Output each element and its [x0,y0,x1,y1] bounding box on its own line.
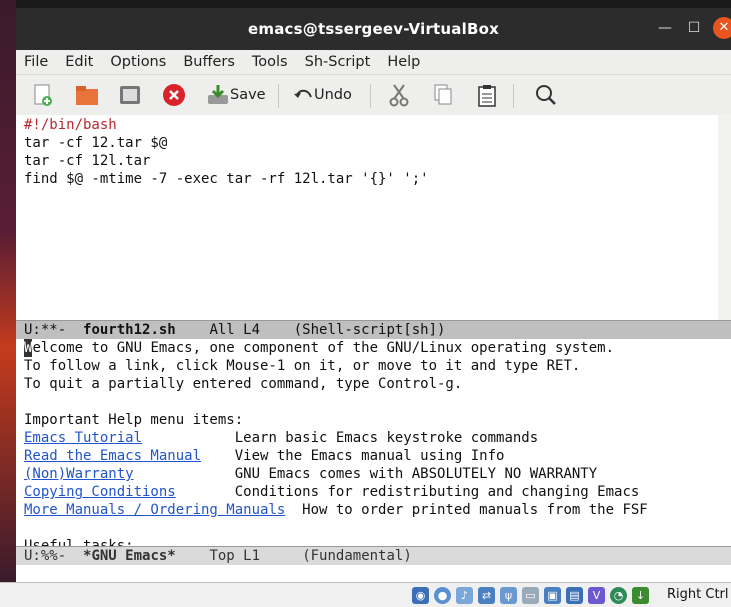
usb-icon[interactable]: ψ [500,586,517,604]
code-line: tar -cf 12.tar $@ [24,135,168,151]
editor-scrollbar[interactable] [718,115,731,328]
virtualbox-status-bar: ◉ ● ♪ ⇄ ψ ▭ ▣ ▤ V ◔ ↓ Right Ctrl [0,582,731,607]
link-read-manual[interactable]: Read the Emacs Manual [24,448,201,464]
minibuffer[interactable] [16,565,731,582]
audio-icon[interactable]: ♪ [456,586,473,604]
link-warranty[interactable]: (Non)Warranty [24,466,134,482]
display-icon[interactable]: ▣ [544,586,561,604]
network-icon[interactable]: ⇄ [478,586,495,604]
undo-button[interactable]: Undo [292,83,352,107]
host-key-label: Right Ctrl [667,587,729,602]
modeline-position: All L4 [209,322,261,338]
window-title: emacs@tssergeev-VirtualBox [248,20,499,38]
maximize-icon[interactable]: ☐ [685,19,703,37]
help-intro-line: To quit a partially entered command, typ… [24,376,463,392]
help-desc: Learn basic Emacs keystroke commands [234,430,539,446]
undo-label: Undo [314,87,352,103]
menu-bar: File Edit Options Buffers Tools Sh-Scrip… [16,50,731,75]
dired-icon[interactable] [118,83,142,107]
help-mode-line[interactable]: U:%%- *GNU Emacs* Top L1 (Fundamental) [16,546,731,565]
modeline-mode: (Fundamental) [302,548,412,564]
menu-tools[interactable]: Tools [252,54,288,70]
cut-icon[interactable] [388,83,410,107]
help-desc: How to order printed manuals from the FS… [302,502,648,518]
script-editor[interactable]: #!/bin/bash tar -cf 12.tar $@ tar -cf 12… [16,115,718,328]
code-line: tar -cf 12l.tar [24,153,151,169]
title-bar: emacs@tssergeev-VirtualBox — ☐ ✕ [16,8,731,50]
help-heading: Important Help menu items: [24,412,244,428]
shared-folder-icon[interactable]: ▭ [522,586,539,604]
undo-icon [294,89,312,98]
search-icon[interactable] [534,83,558,107]
help-useful-tasks: Useful tasks: [24,538,134,546]
menu-help[interactable]: Help [387,54,420,70]
hard-disk-icon[interactable]: ◉ [412,586,429,604]
help-desc: View the Emacs manual using Info [234,448,505,464]
modeline-buffer: fourth12.sh [83,322,176,338]
desktop-dock [0,0,16,582]
menu-file[interactable]: File [24,54,48,70]
paste-icon[interactable] [476,83,498,107]
desktop-top-bar [0,0,731,8]
close-icon[interactable]: ✕ [713,17,731,39]
menu-sh-script[interactable]: Sh-Script [305,54,371,70]
help-intro-line: elcome to GNU Emacs, one component of th… [32,340,615,356]
video-capture-icon[interactable]: ▤ [566,586,583,604]
tool-bar: Save Undo [16,75,731,116]
modeline-status: U:**- [24,322,67,338]
help-desc: GNU Emacs comes with ABSOLUTELY NO WARRA… [234,466,598,482]
help-desc: Conditions for redistributing and changi… [234,484,640,500]
save-label: Save [230,87,266,103]
cpu-icon[interactable]: V [588,586,605,604]
code-line: find $@ -mtime -7 -exec tar -rf 12l.tar … [24,171,429,187]
help-intro-line: To follow a link, click Mouse-1 on it, o… [24,358,581,374]
modeline-status: U:%%- [24,548,67,564]
kill-buffer-icon[interactable] [162,83,186,107]
status-icons: ◉ ● ♪ ⇄ ψ ▭ ▣ ▤ V ◔ ↓ [412,586,654,604]
minimize-icon[interactable]: — [656,19,674,37]
copy-icon[interactable] [432,83,454,107]
emacs-window: emacs@tssergeev-VirtualBox — ☐ ✕ File Ed… [16,8,731,582]
toolbar-separator [513,84,514,108]
link-emacs-tutorial[interactable]: Emacs Tutorial [24,430,142,446]
link-copying-conditions[interactable]: Copying Conditions [24,484,176,500]
optical-drive-icon[interactable]: ● [434,586,451,604]
menu-options[interactable]: Options [110,54,166,70]
toolbar-separator [370,84,371,108]
toolbar-separator [278,84,279,108]
modeline-buffer: *GNU Emacs* [83,548,176,564]
menu-buffers[interactable]: Buffers [183,54,235,70]
keyboard-icon[interactable]: ↓ [632,586,649,604]
code-line: #!/bin/bash [24,117,117,133]
link-more-manuals[interactable]: More Manuals / Ordering Manuals [24,502,285,518]
editor-mode-line[interactable]: U:**- fourth12.sh All L4 (Shell-script[s… [16,320,731,339]
save-icon [208,85,228,104]
mouse-integration-icon[interactable]: ◔ [610,586,627,604]
modeline-position: Top L1 [209,548,261,564]
save-button[interactable]: Save [206,83,266,107]
open-folder-icon[interactable] [74,83,100,107]
modeline-mode: (Shell-script[sh]) [293,322,446,338]
new-file-icon[interactable] [30,83,54,107]
menu-edit[interactable]: Edit [65,54,93,70]
help-buffer[interactable]: Welcome to GNU Emacs, one component of t… [16,339,731,546]
